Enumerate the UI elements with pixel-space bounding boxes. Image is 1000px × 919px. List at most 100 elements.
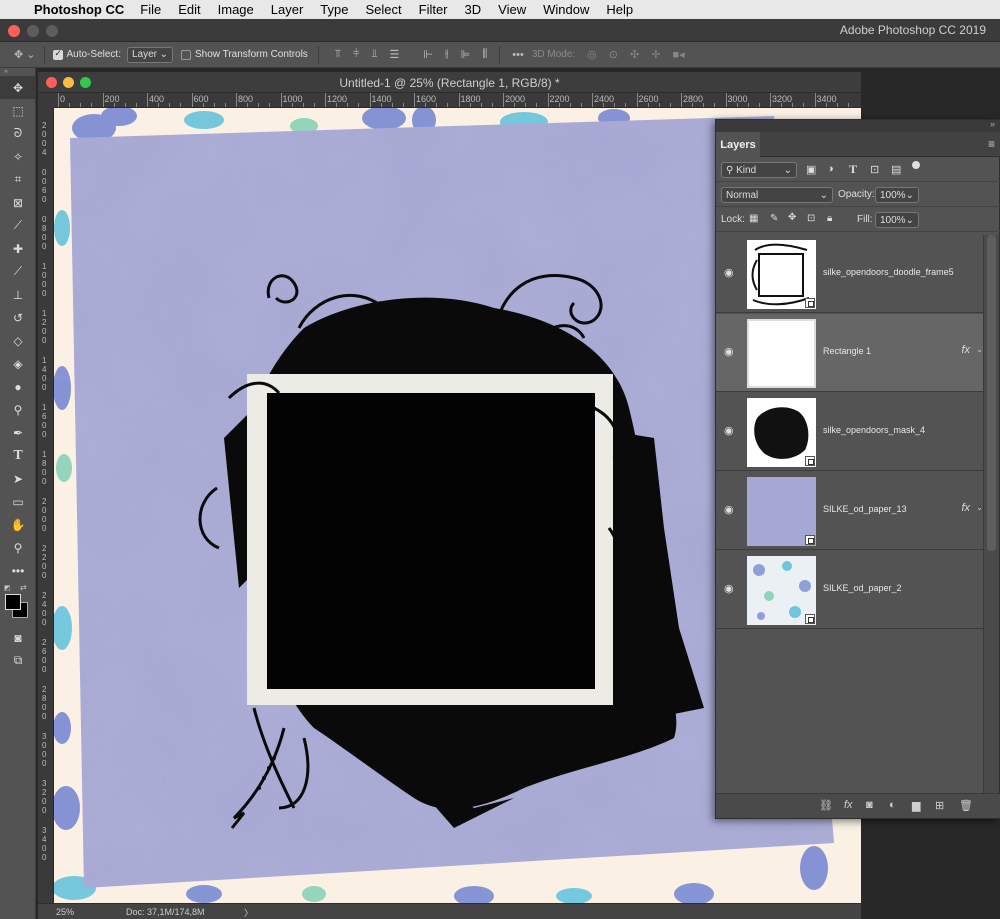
filter-smart-object-icon[interactable]: ▤ — [891, 163, 901, 176]
marquee-tool-icon[interactable]: ⬚ — [0, 99, 36, 122]
filter-toggle-icon[interactable] — [912, 161, 920, 169]
delete-layer-icon[interactable]: 🗑︎ — [959, 799, 973, 812]
lasso-tool-icon[interactable]: ᘐ — [0, 122, 36, 145]
layer-row[interactable]: ◉ SILKE_od_paper_2 — [716, 551, 984, 629]
vertical-ruler[interactable]: 2004006008001000120014001600180020002200… — [38, 108, 54, 903]
zoom-level[interactable]: 25% — [56, 907, 74, 917]
filter-kind-dropdown[interactable]: ⚲ Kind ⌄ — [721, 162, 797, 178]
distribute-horizontal-icon[interactable]: ⫼ — [482, 48, 487, 61]
3d-drag-icon[interactable]: ✣ — [630, 48, 639, 61]
layer-row[interactable]: ◉ silke_opendoors_mask_4 — [716, 393, 984, 471]
distribute-icon[interactable]: ☰ — [390, 48, 400, 61]
panel-collapse-icon[interactable]: » — [990, 119, 995, 129]
move-tool-preset-icon[interactable]: ✥ ⌄ — [14, 48, 36, 61]
edit-toolbar-icon[interactable]: ••• — [0, 559, 36, 582]
menu-3d[interactable]: 3D — [465, 2, 482, 17]
3d-orbit-icon[interactable]: ◎ — [587, 48, 597, 61]
horizontal-ruler[interactable]: 0 200 400 600 800 1000 1200 1400 1600 1800 2000 220… — [54, 93, 861, 108]
hand-tool-icon[interactable]: ✋ — [0, 513, 36, 536]
blend-mode-dropdown[interactable]: Normal ⌄ — [721, 187, 833, 203]
panel-menu-icon[interactable]: ≡ — [988, 137, 995, 151]
fill-input[interactable]: 100% ⌄ — [875, 212, 919, 228]
3d-camera-icon[interactable]: ■◂ — [672, 48, 684, 61]
frame-tool-icon[interactable]: ⊠ — [0, 191, 36, 214]
opacity-input[interactable]: 100% ⌄ — [875, 187, 919, 203]
visibility-eye-icon[interactable]: ◉ — [724, 266, 734, 279]
auto-select-checkbox[interactable] — [52, 48, 63, 60]
panel-header[interactable]: » — [716, 119, 1000, 132]
menu-view[interactable]: View — [498, 2, 526, 17]
pen-tool-icon[interactable]: ✒ — [0, 421, 36, 444]
layer-row-selected[interactable]: ◉ Rectangle 1 fx ⌄ — [716, 314, 984, 392]
move-tool-icon[interactable]: ✥ — [0, 76, 36, 99]
quick-mask-icon[interactable]: ◙ — [0, 626, 36, 649]
zoom-tool-icon[interactable]: ⚲ — [0, 536, 36, 559]
layer-name[interactable]: SILKE_od_paper_2 — [823, 583, 902, 593]
magic-wand-tool-icon[interactable]: ✧ — [0, 145, 36, 168]
menu-edit[interactable]: Edit — [178, 2, 200, 17]
effects-expand-icon[interactable]: ⌄ — [976, 345, 983, 354]
lock-all-icon[interactable]: 🔒︎ — [827, 213, 832, 224]
visibility-eye-icon[interactable]: ◉ — [724, 582, 734, 595]
effects-expand-icon[interactable]: ⌄ — [976, 503, 983, 512]
align-vertical-centers-icon[interactable]: ⫩ — [353, 48, 359, 61]
close-window-button[interactable] — [8, 25, 20, 37]
add-mask-icon[interactable]: ◙ — [866, 799, 873, 811]
menu-filter[interactable]: Filter — [419, 2, 448, 17]
3d-roll-icon[interactable]: ⊙ — [609, 48, 618, 61]
layer-fx-icon[interactable]: fx — [961, 502, 970, 514]
visibility-eye-icon[interactable]: ◉ — [724, 345, 734, 358]
dodge-tool-icon[interactable]: ⚲ — [0, 398, 36, 421]
healing-brush-tool-icon[interactable]: ✚ — [0, 237, 36, 260]
lock-image-icon[interactable]: ✎ — [770, 213, 778, 224]
align-top-edges-icon[interactable]: ⫪ — [335, 48, 341, 61]
lock-transparent-icon[interactable]: ▦ — [749, 213, 758, 224]
new-layer-icon[interactable]: ⊞ — [935, 799, 944, 812]
menu-type[interactable]: Type — [320, 2, 348, 17]
status-menu-icon[interactable]: 〉 — [244, 906, 253, 919]
path-selection-tool-icon[interactable]: ➤ — [0, 467, 36, 490]
ruler-origin[interactable] — [38, 93, 54, 108]
filter-adjustment-icon[interactable]: ◑ — [827, 163, 834, 175]
clone-stamp-tool-icon[interactable]: ⊥ — [0, 283, 36, 306]
add-layer-style-icon[interactable]: fx — [844, 799, 853, 811]
eraser-tool-icon[interactable]: ◇ — [0, 329, 36, 352]
filter-shape-icon[interactable]: ⊡ — [870, 163, 879, 176]
menu-layer[interactable]: Layer — [271, 2, 304, 17]
visibility-eye-icon[interactable]: ◉ — [724, 424, 734, 437]
default-colors-icon[interactable]: ◩ — [4, 584, 11, 592]
layer-fx-icon[interactable]: fx — [961, 344, 970, 356]
type-tool-icon[interactable]: T — [0, 444, 36, 467]
more-options-icon[interactable]: ••• — [512, 49, 524, 61]
menu-file[interactable]: File — [140, 2, 161, 17]
crop-tool-icon[interactable]: ⌗ — [0, 168, 36, 191]
blur-tool-icon[interactable]: ● — [0, 375, 36, 398]
menu-select[interactable]: Select — [365, 2, 401, 17]
brush-tool-icon[interactable]: ⟋ — [0, 260, 36, 283]
show-transform-checkbox[interactable] — [180, 49, 191, 60]
lock-artboard-icon[interactable]: ⊡ — [807, 213, 815, 224]
filter-type-icon[interactable]: T — [849, 162, 857, 177]
menu-window[interactable]: Window — [543, 2, 589, 17]
layers-scrollbar[interactable] — [983, 235, 999, 795]
visibility-eye-icon[interactable]: ◉ — [724, 503, 734, 516]
new-adjustment-layer-icon[interactable]: ◐ — [889, 799, 896, 811]
align-right-edges-icon[interactable]: ⊫ — [461, 48, 471, 61]
layer-name[interactable]: Rectangle 1 — [823, 346, 871, 356]
3d-slide-icon[interactable]: ✛ — [651, 48, 660, 61]
layer-row[interactable]: ◉ silke_opendoors_doodle_frame5 — [716, 235, 984, 313]
align-bottom-edges-icon[interactable]: ⫫ — [371, 48, 377, 61]
screen-mode-icon[interactable]: ⧉ — [0, 649, 36, 672]
swap-colors-icon[interactable]: ⇄ — [20, 583, 27, 592]
tab-layers[interactable]: Layers — [716, 132, 760, 157]
eyedropper-tool-icon[interactable]: ⟋ — [0, 214, 36, 237]
link-layers-icon[interactable]: ⛓ — [819, 799, 833, 812]
menu-help[interactable]: Help — [606, 2, 633, 17]
layer-row[interactable]: ◉ SILKE_od_paper_13 fx ⌄ — [716, 472, 984, 550]
minimize-window-button[interactable] — [27, 25, 39, 37]
collapse-panel-icon[interactable]: » — [0, 68, 35, 76]
lock-position-icon[interactable]: ✥ — [788, 212, 796, 223]
layer-name[interactable]: silke_opendoors_doodle_frame5 — [823, 267, 954, 277]
foreground-color-swatch[interactable] — [5, 594, 21, 610]
layer-name[interactable]: SILKE_od_paper_13 — [823, 504, 907, 514]
